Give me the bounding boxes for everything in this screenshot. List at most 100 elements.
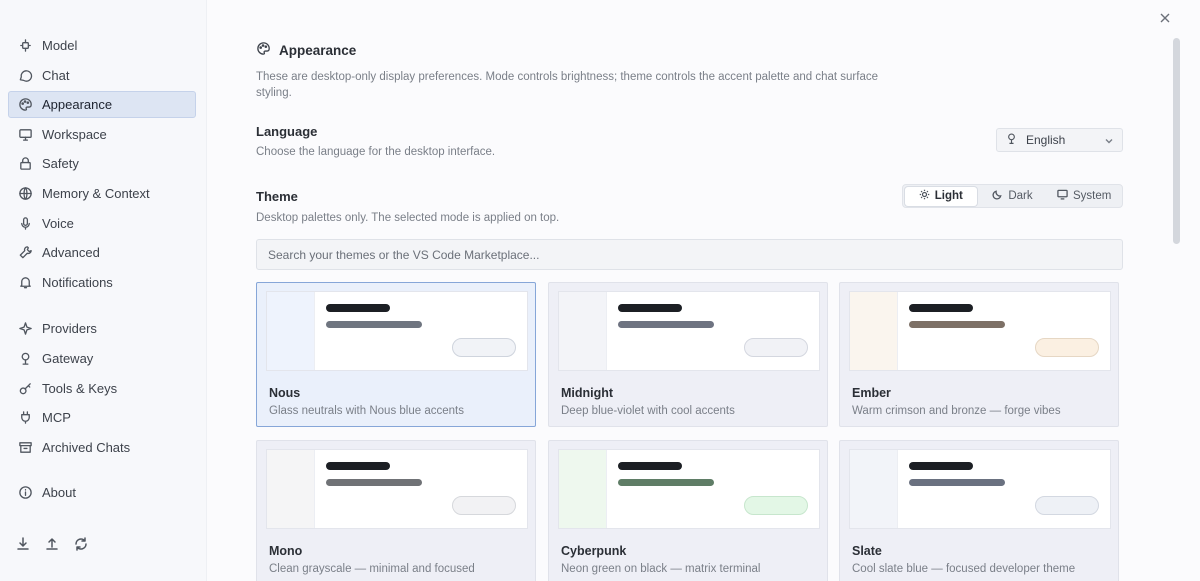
theme-description: Cool slate blue — focused developer them… xyxy=(852,563,1076,575)
mic-icon xyxy=(18,216,33,231)
sun-icon xyxy=(919,189,935,203)
preview-title-bar xyxy=(326,304,390,312)
sidebar-item-gateway[interactable]: Gateway xyxy=(8,345,196,372)
palette-icon xyxy=(18,97,33,112)
theme-card-midnight[interactable]: Midnight Deep blue-violet with cool accen… xyxy=(548,282,828,427)
sidebar-actions xyxy=(15,536,89,557)
sidebar-item-notifications[interactable]: Notifications xyxy=(8,269,196,296)
refresh-icon[interactable] xyxy=(73,536,89,557)
info-icon xyxy=(18,485,33,500)
preview-accent-bar xyxy=(618,479,714,486)
sidebar-item-label: Appearance xyxy=(42,97,113,113)
close-icon[interactable] xyxy=(1157,10,1173,26)
mode-label: Light xyxy=(934,190,963,202)
preview-title-bar xyxy=(618,462,682,470)
preview-title-bar xyxy=(909,304,973,312)
theme-name: Mono xyxy=(269,544,303,558)
theme-name: Slate xyxy=(852,544,882,558)
theme-name: Ember xyxy=(852,386,891,400)
preview-sidebar xyxy=(267,450,315,528)
preview-title-bar xyxy=(326,462,390,470)
theme-card-mono[interactable]: Mono Clean grayscale — minimal and focuse… xyxy=(256,440,536,581)
preview-main xyxy=(315,292,527,370)
moon-icon xyxy=(992,189,1008,203)
sidebar-item-advanced[interactable]: Advanced xyxy=(8,239,196,266)
bell-icon xyxy=(18,275,33,290)
sidebar-item-label: Model xyxy=(42,38,78,53)
settings-main: Appearance These are desktop-only displa… xyxy=(207,0,1200,581)
preview-pill xyxy=(452,338,516,357)
preview-main xyxy=(607,292,819,370)
theme-card-nous[interactable]: Nous Glass neutrals with Nous blue accent… xyxy=(256,282,536,427)
sidebar-item-chat[interactable]: Chat xyxy=(8,62,196,89)
sidebar-item-memory-context[interactable]: Memory & Context xyxy=(8,180,196,207)
key-icon xyxy=(18,381,33,396)
upload-icon[interactable] xyxy=(44,536,60,557)
sidebar-item-providers[interactable]: Providers xyxy=(8,315,196,342)
scrollbar-thumb[interactable] xyxy=(1173,38,1180,244)
sidebar-item-model[interactable]: Model xyxy=(8,32,196,59)
sidebar-item-safety[interactable]: Safety xyxy=(8,150,196,177)
download-icon[interactable] xyxy=(15,536,31,557)
theme-name: Midnight xyxy=(561,386,614,400)
mode-system-button[interactable]: System xyxy=(1048,187,1120,206)
theme-preview xyxy=(849,291,1111,371)
chat-icon xyxy=(18,68,33,83)
theme-title: Theme xyxy=(256,189,298,204)
preview-sidebar xyxy=(850,450,898,528)
sidebar-item-about[interactable]: About xyxy=(8,479,196,506)
preview-title-bar xyxy=(909,462,973,470)
preview-accent-bar xyxy=(326,321,422,328)
preview-accent-bar xyxy=(326,479,422,486)
theme-description: Glass neutrals with Nous blue accents xyxy=(269,405,464,417)
language-value: English xyxy=(1026,133,1066,147)
preview-pill xyxy=(744,496,808,515)
theme-search-input[interactable] xyxy=(256,239,1123,270)
globe-icon xyxy=(1005,132,1026,148)
mode-light-button[interactable]: Light xyxy=(905,186,977,206)
sidebar-item-workspace[interactable]: Workspace xyxy=(8,121,196,148)
archive-icon xyxy=(18,440,33,455)
sidebar-item-label: Workspace xyxy=(42,126,107,142)
language-select[interactable]: English xyxy=(996,128,1123,152)
preview-pill xyxy=(744,338,808,357)
preview-title-bar xyxy=(618,304,682,312)
sidebar-item-label: Safety xyxy=(42,156,79,172)
mode-label: System xyxy=(1073,190,1112,202)
theme-card-cyberpunk[interactable]: Cyberpunk Neon green on black — matrix te… xyxy=(548,440,828,581)
plug-icon xyxy=(18,410,33,425)
chevron-down-icon xyxy=(1104,135,1114,149)
mode-dark-button[interactable]: Dark xyxy=(977,187,1049,206)
globe-icon xyxy=(18,186,33,201)
sidebar-item-mcp[interactable]: MCP xyxy=(8,404,196,431)
theme-card-ember[interactable]: Ember Warm crimson and bronze — forge vib… xyxy=(839,282,1119,427)
theme-preview xyxy=(266,291,528,371)
preview-sidebar xyxy=(267,292,315,370)
sidebar-item-voice[interactable]: Voice xyxy=(8,210,196,237)
preview-accent-bar xyxy=(909,479,1005,486)
theme-card-slate[interactable]: Slate Cool slate blue — focused developer… xyxy=(839,440,1119,581)
sidebar-item-tools-keys[interactable]: Tools & Keys xyxy=(8,375,196,402)
lock-icon xyxy=(18,156,33,171)
preview-pill xyxy=(1035,338,1099,357)
preview-sidebar xyxy=(559,450,607,528)
theme-preview xyxy=(849,449,1111,529)
wrench-icon xyxy=(18,245,33,260)
sidebar-item-label: Memory & Context xyxy=(42,185,150,201)
settings-sidebar: Model Chat Appearance Workspace Safety M… xyxy=(0,0,207,581)
preview-sidebar xyxy=(850,292,898,370)
palette-icon xyxy=(256,41,279,59)
section-title: Appearance xyxy=(279,42,357,58)
sidebar-item-archived-chats[interactable]: Archived Chats xyxy=(8,434,196,461)
sidebar-item-label: Notifications xyxy=(42,274,113,290)
preview-main xyxy=(607,450,819,528)
theme-description: Desktop palettes only. The selected mode… xyxy=(256,212,560,224)
section-description: These are desktop-only display preferenc… xyxy=(256,71,878,99)
theme-name: Cyberpunk xyxy=(561,544,627,558)
preview-pill xyxy=(452,496,516,515)
preview-main xyxy=(315,450,527,528)
preview-pill xyxy=(1035,496,1099,515)
sidebar-item-appearance[interactable]: Appearance xyxy=(8,91,196,119)
